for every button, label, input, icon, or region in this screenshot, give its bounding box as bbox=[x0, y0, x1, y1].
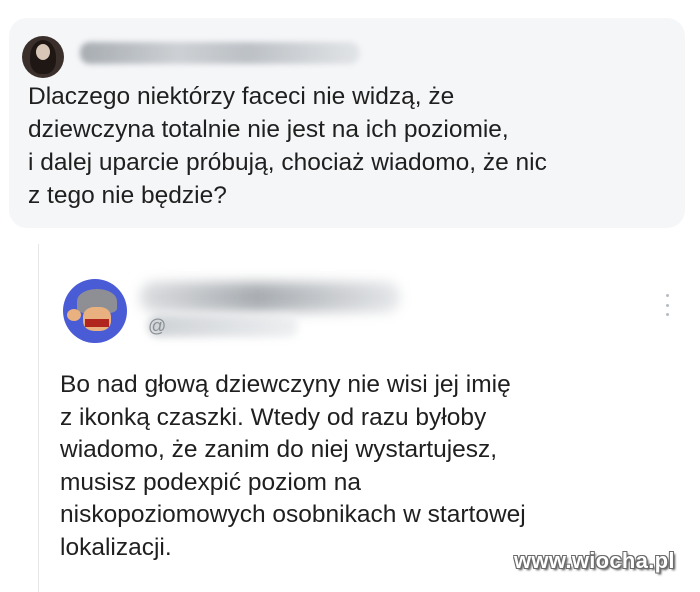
menu-dot bbox=[665, 294, 669, 297]
menu-dot bbox=[665, 303, 669, 307]
avatar-bandana bbox=[85, 319, 109, 327]
blurred-reply-author-handle bbox=[148, 315, 298, 337]
site-watermark: www.wiocha.pl bbox=[514, 548, 675, 573]
menu-dot bbox=[665, 313, 669, 316]
blurred-author-name bbox=[80, 42, 360, 64]
avatar-hand bbox=[67, 309, 81, 321]
original-author-avatar[interactable] bbox=[22, 36, 64, 78]
blurred-reply-author-name bbox=[140, 282, 400, 312]
reply-text: Bo nad głową dziewczyny nie wisi jej imi… bbox=[60, 371, 526, 561]
original-post-text: Dlaczego niektórzy faceci nie widzą, że … bbox=[28, 83, 547, 209]
vertical-ellipsis-icon[interactable] bbox=[664, 294, 670, 316]
reply-author-avatar[interactable] bbox=[63, 279, 127, 343]
avatar-face bbox=[36, 44, 50, 60]
handle-at-symbol: @ bbox=[148, 316, 167, 336]
